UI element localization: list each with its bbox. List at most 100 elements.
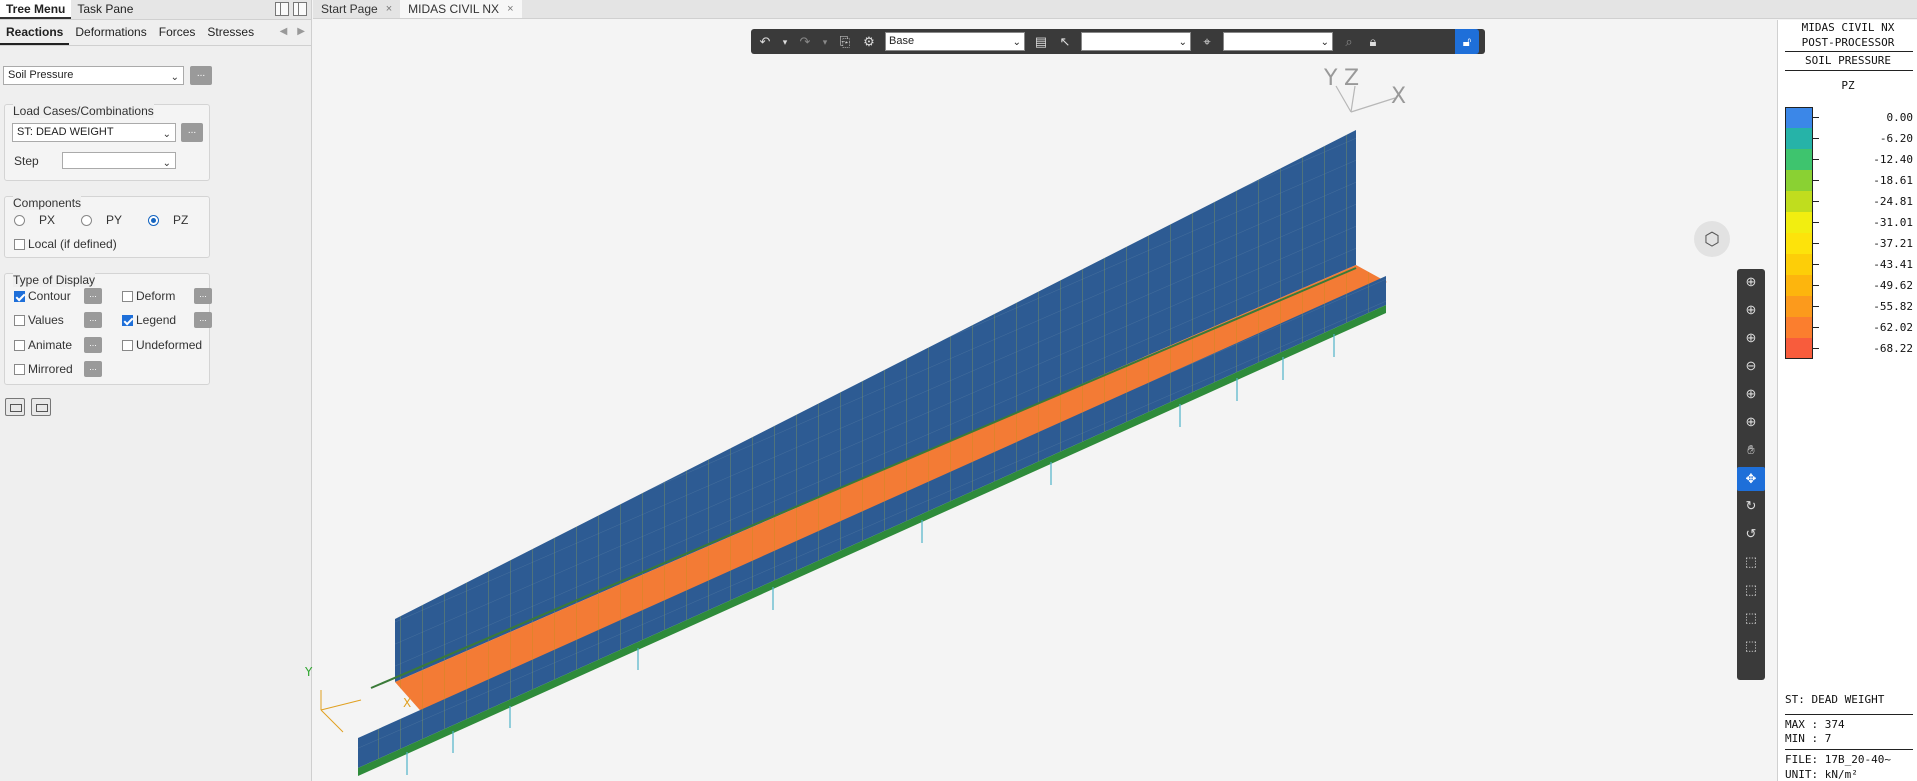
mirrored-checkbox[interactable] xyxy=(14,363,25,375)
bottom-edge xyxy=(358,305,1386,776)
open-file-icon[interactable] xyxy=(5,398,25,416)
copy-view-icon[interactable]: ⎘ xyxy=(837,34,853,49)
model-viewport[interactable]: Y Z X Y X ↶ ▾ ↷ ▾ ⎘ ⚙ Base ⌄ ▤ ↖ ⌄ ⌖ ⌄ ⌕… xyxy=(305,20,1777,781)
view-base-select[interactable]: Base ⌄ xyxy=(885,32,1025,51)
load-cases-group: Load Cases/Combinations xyxy=(4,104,210,181)
rotate-x-icon[interactable]: ↻ xyxy=(1741,497,1761,515)
view-control-toolbar: ⊕ ⊕ ⊕ ⊖ ⊕ ⊕ ✋︎ ✥ ↻ ↺ ⬚ ⬚ ⬚ ⬚ xyxy=(1737,269,1765,680)
tab-scroll-right-icon[interactable]: ▶ xyxy=(297,26,305,37)
filter-select-icon[interactable]: ⌖ xyxy=(1199,34,1215,49)
undo-dropdown-icon[interactable]: ▾ xyxy=(781,35,789,49)
mirrored-options-button[interactable]: ... xyxy=(84,361,102,377)
legend-load-case: ST: DEAD WEIGHT xyxy=(1785,693,1885,706)
legend-tick xyxy=(1813,138,1819,139)
group-select[interactable]: ⌄ xyxy=(1081,32,1191,51)
save-file-icon[interactable] xyxy=(31,398,51,416)
chevron-down-icon: ⌄ xyxy=(162,158,171,169)
tab-forces[interactable]: Forces xyxy=(153,20,202,45)
redo-icon[interactable]: ↷ xyxy=(797,34,813,49)
load-case-select[interactable]: ST: DEAD WEIGHT ⌄ xyxy=(12,123,176,142)
legend-value: -68.22 xyxy=(1873,342,1913,355)
group-title: Load Cases/Combinations xyxy=(13,104,154,118)
result-type-select[interactable]: Soil Pressure ⌄ xyxy=(3,66,184,85)
rotate-z-icon[interactable]: ↺ xyxy=(1741,525,1761,543)
legend-divider xyxy=(1785,749,1913,750)
model-view-3d[interactable] xyxy=(313,20,1777,781)
legend-divider xyxy=(1785,51,1913,52)
axis-z-label: Z xyxy=(1344,66,1360,91)
boundary-select[interactable]: ⌄ xyxy=(1223,32,1333,51)
legend-swatch-frame xyxy=(1785,107,1813,359)
select-pointer-icon[interactable]: ↖ xyxy=(1057,34,1073,49)
legend-tick xyxy=(1813,117,1819,118)
legend-tick xyxy=(1813,348,1819,349)
load-case-options-button[interactable]: ... xyxy=(181,123,203,142)
step-select[interactable]: ⌄ xyxy=(62,152,176,169)
local-checkbox[interactable] xyxy=(14,238,25,250)
tab-task-pane[interactable]: Task Pane xyxy=(71,0,139,19)
radio-px[interactable] xyxy=(14,214,25,226)
legend-tick xyxy=(1813,159,1819,160)
radio-pz[interactable] xyxy=(148,214,159,226)
deform-options-button[interactable]: ... xyxy=(194,288,212,304)
result-category-tabs: Reactions Deformations Forces Stresses ◀… xyxy=(0,20,311,46)
legend-divider xyxy=(1785,70,1913,71)
dock-left-icon[interactable] xyxy=(275,2,289,16)
group-title: Components xyxy=(13,196,82,210)
tab-tree-menu[interactable]: Tree Menu xyxy=(0,0,72,19)
structure-group-icon[interactable]: ▤ xyxy=(1033,34,1049,49)
search-icon[interactable]: ⌕ xyxy=(1341,34,1357,49)
legend-value: -55.82 xyxy=(1873,300,1913,313)
pan-hand-icon[interactable]: ✋︎ xyxy=(1741,441,1761,459)
radio-py[interactable] xyxy=(81,214,92,226)
dock-split-icon[interactable] xyxy=(293,2,307,16)
zoom-out-icon[interactable]: ⊖ xyxy=(1741,357,1761,375)
undeformed-checkbox[interactable] xyxy=(122,339,133,351)
legend-tick xyxy=(1813,285,1819,286)
animate-checkbox[interactable] xyxy=(14,339,25,351)
legend-options-button[interactable]: ... xyxy=(194,312,212,328)
view-side-icon[interactable]: ⬚ xyxy=(1741,581,1761,599)
group-title: Type of Display xyxy=(13,273,96,287)
view-top-icon[interactable]: ⬚ xyxy=(1741,609,1761,627)
tab-reactions[interactable]: Reactions xyxy=(0,20,70,45)
contour-legend: MIDAS CIVIL NX POST-PROCESSOR SOIL PRESS… xyxy=(1777,20,1917,781)
lock-icon[interactable]: 🔒︎ xyxy=(1365,34,1381,49)
legend-checkbox[interactable] xyxy=(122,314,133,326)
tab-stresses[interactable]: Stresses xyxy=(201,20,260,45)
values-options-button[interactable]: ... xyxy=(84,312,102,328)
view-iso-icon[interactable]: ⬚ xyxy=(1741,637,1761,655)
step-label: Step xyxy=(14,153,39,168)
rotate-orbit-icon[interactable]: ✥ xyxy=(1737,467,1765,491)
zoom-fit-icon[interactable]: ⊕ xyxy=(1741,273,1761,291)
zoom-in-icon[interactable]: ⊕ xyxy=(1741,329,1761,347)
tab-scroll-left-icon[interactable]: ◀ xyxy=(280,26,288,37)
result-type-options-button[interactable]: ... xyxy=(190,66,212,85)
tab-start-page[interactable]: Start Page × xyxy=(313,0,400,18)
close-icon[interactable]: × xyxy=(507,0,513,19)
zoom-previous-icon[interactable]: ⊕ xyxy=(1741,385,1761,403)
close-icon[interactable]: × xyxy=(386,0,392,19)
tab-deformations[interactable]: Deformations xyxy=(69,20,152,45)
zoom-dynamic-icon[interactable]: ⊕ xyxy=(1741,413,1761,431)
values-checkbox[interactable] xyxy=(14,314,25,326)
legend-min: MIN : 7 xyxy=(1785,732,1832,745)
redo-dropdown-icon[interactable]: ▾ xyxy=(821,35,829,49)
view-front-icon[interactable]: ⬚ xyxy=(1741,553,1761,571)
legend-value: -37.21 xyxy=(1873,237,1913,250)
undo-icon[interactable]: ↶ xyxy=(757,34,773,49)
view-cube-icon[interactable]: ⬡ xyxy=(1694,221,1730,257)
zoom-window-icon[interactable]: ⊕ xyxy=(1741,301,1761,319)
animate-options-button[interactable]: ... xyxy=(84,337,102,353)
legend-tick xyxy=(1813,306,1819,307)
base-slab-mesh xyxy=(395,265,1387,717)
local-label: Local (if defined) xyxy=(28,237,117,251)
legend-value: -6.20 xyxy=(1879,132,1913,145)
deform-checkbox[interactable] xyxy=(122,290,133,302)
contour-checkbox[interactable] xyxy=(14,290,25,302)
render-settings-icon[interactable]: ⚙ xyxy=(861,34,877,49)
unlock-active-icon[interactable]: 🔓︎ xyxy=(1455,29,1479,54)
local-axis-marker xyxy=(320,690,362,733)
tab-midas-civil-nx[interactable]: MIDAS CIVIL NX × xyxy=(400,0,522,19)
contour-options-button[interactable]: ... xyxy=(84,288,102,304)
